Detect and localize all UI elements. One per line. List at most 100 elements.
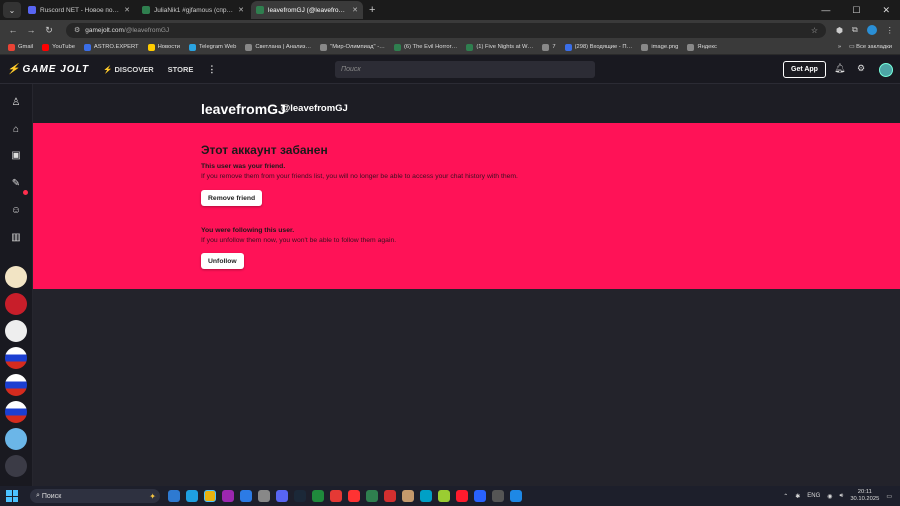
reload-icon[interactable]: ↻: [42, 25, 56, 36]
bookmark-item[interactable]: Светлана | Анализ…: [245, 43, 311, 51]
bookmark-label: Gmail: [18, 44, 34, 50]
back-icon[interactable]: ←: [6, 25, 20, 35]
yandex-browser-icon[interactable]: [330, 490, 342, 502]
photos-icon[interactable]: [240, 490, 252, 502]
bookmark-item[interactable]: Яндекс: [687, 43, 717, 51]
profile-page: leavefromGJ @leavefromGJ Этот аккаунт за…: [33, 84, 900, 486]
bookmark-item[interactable]: (298) Входящие - П…: [564, 43, 632, 51]
clock-time: 20:11: [857, 489, 872, 495]
windows-start-icon[interactable]: [6, 490, 18, 502]
tray-chevron-icon[interactable]: ⌃: [783, 493, 788, 500]
community-avatar[interactable]: [5, 428, 27, 450]
search-input[interactable]: [335, 61, 595, 78]
edge-icon[interactable]: [186, 490, 198, 502]
user-avatar[interactable]: [879, 63, 893, 77]
app-icon[interactable]: [402, 490, 414, 502]
forward-icon[interactable]: →: [24, 25, 38, 35]
bookmark-item[interactable]: YouTube: [42, 43, 75, 51]
wifi-icon[interactable]: ◉: [827, 493, 832, 500]
banned-notice: Этот аккаунт забанен This user was your …: [33, 123, 900, 289]
community-avatar[interactable]: [5, 347, 27, 369]
remove-friend-button[interactable]: Remove friend: [201, 190, 263, 206]
browser-tab-active[interactable]: leavefromGJ (@leavefromGJ) ✕: [251, 1, 363, 19]
sidebar-quests-icon[interactable]: ✎: [9, 176, 23, 190]
taskbar-clock[interactable]: 20:11 30.10.2025: [850, 489, 879, 503]
gamejolt-icon[interactable]: [366, 490, 378, 502]
sidebar-backpack-icon[interactable]: ▣: [9, 148, 23, 162]
bookmark-favicon-icon: [83, 43, 91, 51]
settings-gear-icon[interactable]: ⚙: [857, 63, 865, 74]
app-icon[interactable]: [222, 490, 234, 502]
sidebar-shop-icon[interactable]: ⌂: [9, 122, 23, 136]
discord-icon[interactable]: [276, 490, 288, 502]
shield-icon[interactable]: ⬢: [836, 26, 843, 35]
nav-store[interactable]: STORE: [168, 65, 194, 74]
community-avatar[interactable]: [5, 320, 27, 342]
community-avatar[interactable]: [5, 266, 27, 288]
sidebar-joltbot-icon[interactable]: ♙: [9, 95, 23, 109]
tab-search-icon[interactable]: ⌄: [3, 2, 21, 18]
community-avatar[interactable]: [5, 401, 27, 423]
notifications-bell-icon[interactable]: 🔔︎: [834, 63, 845, 74]
bookmark-item[interactable]: Gmail: [8, 43, 34, 51]
more-menu-icon[interactable]: ⋮: [207, 64, 216, 75]
bookmark-favicon-icon: [147, 43, 155, 51]
maximize-icon[interactable]: ☐: [852, 5, 860, 16]
browser-tab[interactable]: JuliaNik1 #gjfamous (спрей сп… ✕: [137, 1, 249, 19]
bookmark-item[interactable]: "Мир-Олимпиад" -…: [320, 43, 385, 51]
app-icon[interactable]: [420, 490, 432, 502]
unfollow-button[interactable]: Unfollow: [201, 253, 244, 269]
close-window-icon[interactable]: ✕: [882, 5, 890, 16]
bookmark-star-icon[interactable]: ☆: [811, 26, 818, 35]
url-bar[interactable]: ⚙ gamejolt.com /@leavefromGJ ☆: [66, 22, 826, 38]
bookmark-label: 7: [552, 44, 556, 50]
all-bookmarks-link[interactable]: ▭ Все закладки: [849, 44, 892, 50]
get-app-button[interactable]: Get App: [783, 61, 826, 78]
bird-app-icon[interactable]: [258, 490, 270, 502]
tab-close-icon[interactable]: ✕: [352, 6, 358, 14]
app-icon[interactable]: [384, 490, 396, 502]
extensions-icon[interactable]: ⧉: [852, 25, 858, 35]
settings-icon[interactable]: [492, 490, 504, 502]
bluetooth-icon[interactable]: ✱: [795, 493, 800, 500]
widgets-icon[interactable]: [168, 490, 180, 502]
bookmark-item[interactable]: Новости: [147, 43, 180, 51]
app-icon[interactable]: [510, 490, 522, 502]
notification-dot: [23, 190, 28, 195]
bookmarks-more-icon[interactable]: »: [838, 44, 841, 50]
minimize-icon[interactable]: —: [821, 5, 830, 16]
opera-icon[interactable]: [456, 490, 468, 502]
bookmark-item[interactable]: (6) The Evil Horror…: [393, 43, 457, 51]
steam-icon[interactable]: [294, 490, 306, 502]
bookmark-item[interactable]: image.png: [641, 43, 678, 51]
bookmark-item[interactable]: ASTRO.EXPERT: [83, 43, 139, 51]
sidebar-chat-icon[interactable]: ☺: [9, 203, 23, 217]
browser-tab[interactable]: Ruscord NET - Новое поколение ✕: [23, 1, 135, 19]
bookmark-item[interactable]: Telegram Web: [189, 43, 236, 51]
app-icon[interactable]: [312, 490, 324, 502]
profile-avatar[interactable]: [866, 25, 877, 35]
new-tab-button[interactable]: +: [369, 4, 375, 16]
notifications-icon[interactable]: ▭: [886, 493, 892, 500]
community-avatar[interactable]: [5, 293, 27, 315]
bookmark-label: ASTRO.EXPERT: [93, 44, 139, 50]
tab-close-icon[interactable]: ✕: [238, 6, 244, 14]
taskbar-search[interactable]: ⌕ Поиск ✦: [30, 489, 160, 503]
app-icon[interactable]: [474, 490, 486, 502]
community-avatar[interactable]: [5, 455, 27, 477]
volume-icon[interactable]: 🔊︎: [840, 493, 844, 500]
bookmark-item[interactable]: 7: [542, 43, 556, 51]
bookmark-label: YouTube: [52, 44, 75, 50]
nav-discover[interactable]: ⚡ DISCOVER: [103, 65, 154, 74]
tray-lang[interactable]: ENG: [807, 493, 820, 499]
app-icon[interactable]: [438, 490, 450, 502]
site-info-icon[interactable]: ⚙: [74, 26, 80, 34]
chrome-icon[interactable]: [204, 490, 216, 502]
sidebar-library-icon[interactable]: ▥: [9, 230, 23, 244]
tab-close-icon[interactable]: ✕: [124, 6, 130, 14]
gamejolt-logo[interactable]: ⚡ GAME JOLT: [7, 64, 89, 75]
community-avatar[interactable]: [5, 374, 27, 396]
menu-icon[interactable]: ⋮: [886, 26, 894, 35]
yandex-icon[interactable]: [348, 490, 360, 502]
bookmark-item[interactable]: (1) Five Nights at W…: [466, 43, 533, 51]
